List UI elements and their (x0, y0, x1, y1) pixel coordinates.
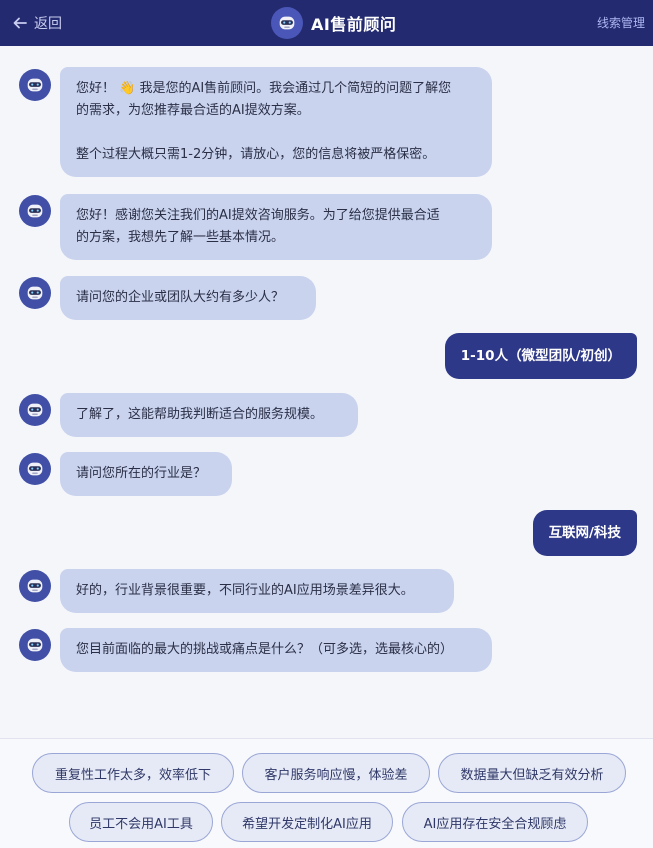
user-message-bubble: 互联网/科技 (532, 510, 637, 556)
ai-message-bubble: 好的，行业背景很重要，不同行业的AI应用场景差异很大。 (60, 569, 454, 613)
robot-icon (19, 195, 51, 227)
option-chip[interactable]: 客户服务响应慢，体验差 (242, 753, 430, 793)
ai-message-bubble: 您好！ 👋 我是您的AI售前顾问。我会通过几个简短的问题了解您 的需求，为您推荐最… (60, 67, 492, 177)
message-line: 请问您所在的行业是？ (76, 466, 207, 481)
robot-icon (19, 69, 51, 101)
message-line: 的需求，为您推荐最合适的AI提效方案。 (76, 103, 310, 118)
message-line: 的方案，我想先了解一些基本情况。 (76, 230, 285, 245)
option-chip[interactable]: 数据量大但缺乏有效分析 (438, 753, 626, 793)
robot-icon (19, 570, 51, 602)
robot-icon (19, 277, 51, 309)
message-line: 请问您的企业或团队大约有多少人？ (76, 290, 285, 305)
message-line: 您好！感谢您关注我们的AI提效咨询服务。为了给您提供最合适 (76, 208, 440, 223)
message-line: 了解了，这能帮助我判断适合的服务规模。 (76, 407, 324, 422)
quick-reply-area: 重复性工作太多，效率低下 客户服务响应慢，体验差 数据量大但缺乏有效分析 员工不… (0, 738, 653, 848)
option-chip[interactable]: 希望开发定制化AI应用 (221, 802, 393, 842)
robot-icon (19, 453, 51, 485)
option-chip[interactable]: 重复性工作太多，效率低下 (32, 753, 234, 793)
arrow-left-icon (13, 17, 27, 29)
robot-icon (271, 7, 303, 39)
title-group: AI售前顾问 (271, 6, 396, 40)
option-chip[interactable]: AI应用存在安全合规顾虑 (402, 802, 588, 842)
ai-message-bubble: 请问您所在的行业是？ (60, 452, 232, 496)
message-line (76, 122, 476, 144)
leads-management-link[interactable]: 线索管理 (597, 14, 645, 31)
ai-message-bubble: 了解了，这能帮助我判断适合的服务规模。 (60, 393, 358, 437)
page-title: AI售前顾问 (311, 15, 397, 34)
robot-icon (19, 629, 51, 661)
ai-message-bubble: 您目前面临的最大的挑战或痛点是什么？（可多选，选最核心的） (60, 628, 492, 672)
message-line: 好的，行业背景很重要，不同行业的AI应用场景差异很大。 (76, 583, 414, 598)
ai-message-bubble: 请问您的企业或团队大约有多少人？ (60, 276, 316, 320)
back-label: 返回 (34, 16, 62, 32)
back-button[interactable]: 返回 (12, 12, 62, 34)
header-bar: 返回 AI售前顾问 线索管理 (0, 0, 653, 46)
message-line: 您好！ 👋 我是您的AI售前顾问。我会通过几个简短的问题了解您 (76, 81, 452, 96)
message-line: 整个过程大概只需1-2分钟，请放心，您的信息将被严格保密。 (76, 147, 436, 162)
message-line: 您目前面临的最大的挑战或痛点是什么？（可多选，选最核心的） (76, 642, 454, 657)
ai-message-bubble: 您好！感谢您关注我们的AI提效咨询服务。为了给您提供最合适 的方案，我想先了解一些… (60, 194, 492, 260)
robot-icon (19, 394, 51, 426)
user-message-bubble: 1-10人（微型团队/初创） (444, 333, 637, 379)
option-chip[interactable]: 员工不会用AI工具 (69, 802, 213, 842)
